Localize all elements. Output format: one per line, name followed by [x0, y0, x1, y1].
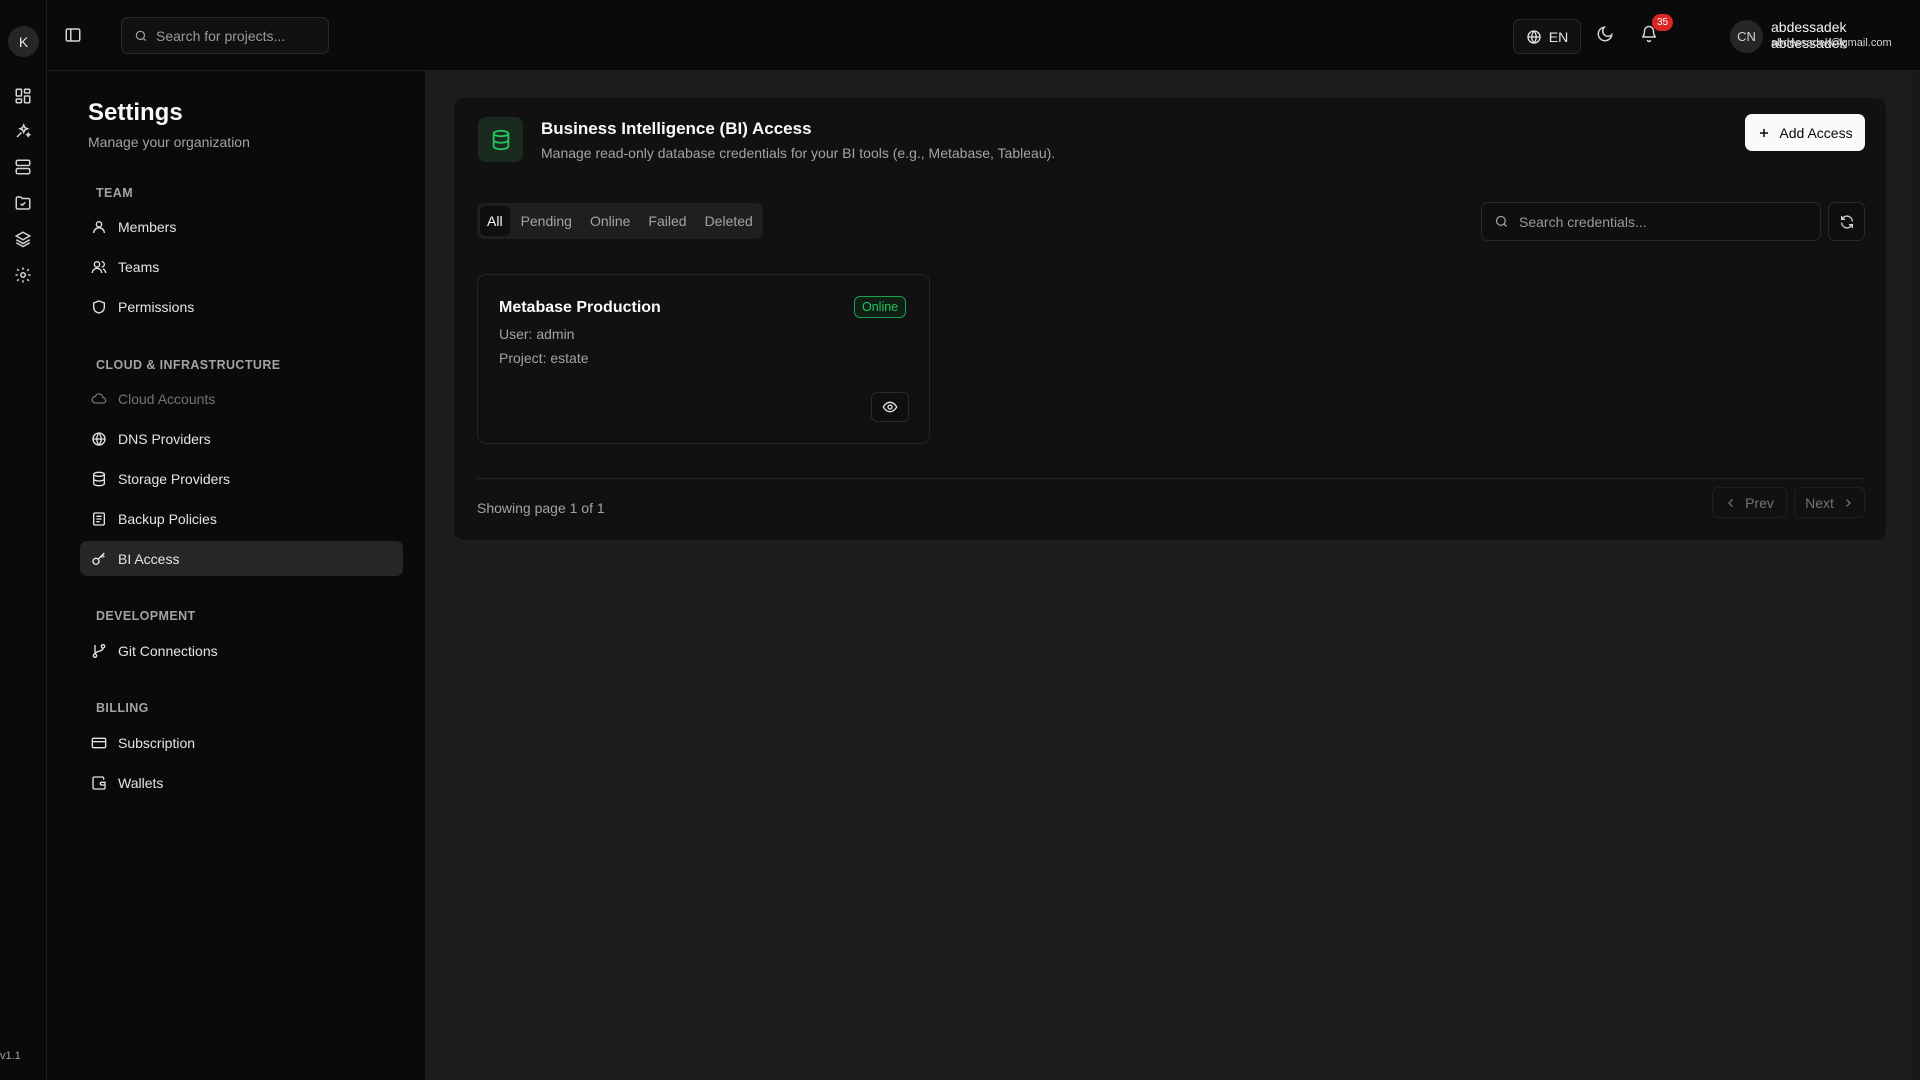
status-tabs: All Pending Online Failed Deleted	[477, 203, 763, 239]
dashboard-icon[interactable]	[13, 86, 33, 106]
search-icon	[134, 29, 148, 43]
tab-pending[interactable]: Pending	[514, 206, 579, 236]
page-subtitle: Manage read-only database credentials fo…	[541, 145, 1056, 161]
prev-page-button[interactable]: Prev	[1712, 487, 1787, 518]
settings-title: Settings	[88, 99, 183, 126]
nav-item-bi-access[interactable]: BI Access	[80, 541, 403, 576]
tab-failed[interactable]: Failed	[641, 206, 693, 236]
add-access-label: Add Access	[1779, 124, 1853, 141]
deploy-icon[interactable]	[13, 121, 33, 141]
nav-item-cloud-accounts[interactable]: Cloud Accounts	[80, 381, 403, 416]
scrollbar[interactable]	[1912, 71, 1920, 1080]
nav-label: Members	[118, 218, 177, 235]
status-badge: Online	[854, 296, 907, 318]
user-icon	[91, 219, 107, 235]
app-version: v1.1	[0, 1050, 21, 1062]
eye-icon	[882, 399, 898, 415]
nav-label: BI Access	[118, 550, 180, 567]
refresh-button[interactable]	[1828, 202, 1865, 241]
servers-icon[interactable]	[13, 157, 33, 177]
add-access-button[interactable]: Add Access	[1745, 114, 1865, 151]
nav-item-members[interactable]: Members	[80, 209, 403, 244]
page-title: Business Intelligence (BI) Access	[541, 119, 812, 138]
main-content: Business Intelligence (BI) Access Manage…	[426, 71, 1920, 1080]
credential-card[interactable]: Metabase Production Online User: admin P…	[477, 274, 930, 444]
prev-label: Prev	[1745, 494, 1774, 511]
shield-icon	[91, 299, 107, 315]
user-avatar[interactable]: CN	[1730, 20, 1763, 53]
nav-item-wallets[interactable]: Wallets	[80, 765, 403, 800]
settings-subtitle: Manage your organization	[88, 134, 250, 150]
section-cloud-infrastructure: CLOUD & INFRASTRUCTURE	[96, 358, 281, 372]
nav-item-dns-providers[interactable]: DNS Providers	[80, 421, 403, 456]
nav-label: Subscription	[118, 734, 196, 751]
nav-label: Backup Policies	[118, 510, 217, 527]
sidebar-toggle-icon[interactable]	[64, 26, 84, 46]
org-logo[interactable]: K	[8, 26, 39, 57]
credential-name: Metabase Production	[499, 299, 661, 316]
credit-card-icon	[91, 735, 107, 751]
key-icon	[91, 551, 107, 567]
cloud-icon	[91, 391, 107, 407]
globe-icon	[91, 431, 107, 447]
icon-rail: K v1.1	[0, 0, 47, 1080]
theme-toggle-moon-icon[interactable]	[1596, 25, 1618, 47]
section-team: TEAM	[96, 186, 134, 200]
section-development: DEVELOPMENT	[96, 609, 196, 623]
nav-item-teams[interactable]: Teams	[80, 249, 403, 284]
tab-online[interactable]: Online	[583, 206, 637, 236]
nav-item-subscription[interactable]: Subscription	[80, 725, 403, 760]
view-credential-button[interactable]	[871, 392, 909, 422]
chevron-left-icon	[1725, 497, 1737, 509]
notification-count-badge: 35	[1652, 14, 1673, 31]
settings-sidebar: Settings Manage your organization TEAM M…	[47, 71, 426, 1080]
chevron-right-icon	[1842, 497, 1854, 509]
archive-icon	[91, 511, 107, 527]
nav-label: DNS Providers	[118, 430, 211, 447]
settings-gear-icon[interactable]	[13, 265, 33, 285]
bi-access-panel: Business Intelligence (BI) Access Manage…	[453, 97, 1887, 541]
nav-label: Storage Providers	[118, 470, 231, 487]
users-icon	[91, 259, 107, 275]
project-search[interactable]	[121, 17, 329, 54]
project-search-input[interactable]	[156, 27, 316, 44]
nav-label: Git Connections	[118, 642, 218, 659]
nav-item-git-connections[interactable]: Git Connections	[80, 633, 403, 668]
nav-label: Wallets	[118, 774, 164, 791]
nav-item-storage-providers[interactable]: Storage Providers	[80, 461, 403, 496]
globe-icon	[1526, 29, 1542, 45]
language-label: EN	[1548, 28, 1569, 45]
database-icon	[478, 117, 523, 162]
nav-item-backup-policies[interactable]: Backup Policies	[80, 501, 403, 536]
tab-all[interactable]: All	[480, 206, 510, 236]
section-billing: BILLING	[96, 701, 149, 715]
nav-item-permissions[interactable]: Permissions	[80, 289, 403, 324]
language-button[interactable]: EN	[1513, 19, 1581, 54]
tab-deleted[interactable]: Deleted	[698, 206, 760, 236]
wallet-icon	[91, 775, 107, 791]
projects-folder-icon[interactable]	[13, 193, 33, 213]
credential-project: Project: estate	[499, 350, 589, 366]
nav-label: Cloud Accounts	[118, 390, 216, 407]
divider	[477, 478, 1865, 479]
pagination-info: Showing page 1 of 1	[477, 500, 605, 516]
credential-user: User: admin	[499, 326, 575, 342]
search-icon	[1494, 214, 1509, 229]
next-label: Next	[1805, 494, 1834, 511]
nav-label: Permissions	[118, 298, 195, 315]
plus-icon	[1757, 126, 1771, 140]
credential-search[interactable]	[1481, 202, 1821, 241]
top-bar: EN 35 CN abdessadek abdessadek abdessade…	[47, 0, 1920, 71]
layers-icon[interactable]	[13, 229, 33, 249]
credential-search-input[interactable]	[1519, 213, 1809, 230]
nav-label: Teams	[118, 258, 160, 275]
refresh-icon	[1839, 214, 1855, 230]
next-page-button[interactable]: Next	[1794, 487, 1865, 518]
git-branch-icon	[91, 643, 107, 659]
user-email: abdessadek@gmail.com	[1771, 37, 1892, 49]
database-icon	[91, 471, 107, 487]
